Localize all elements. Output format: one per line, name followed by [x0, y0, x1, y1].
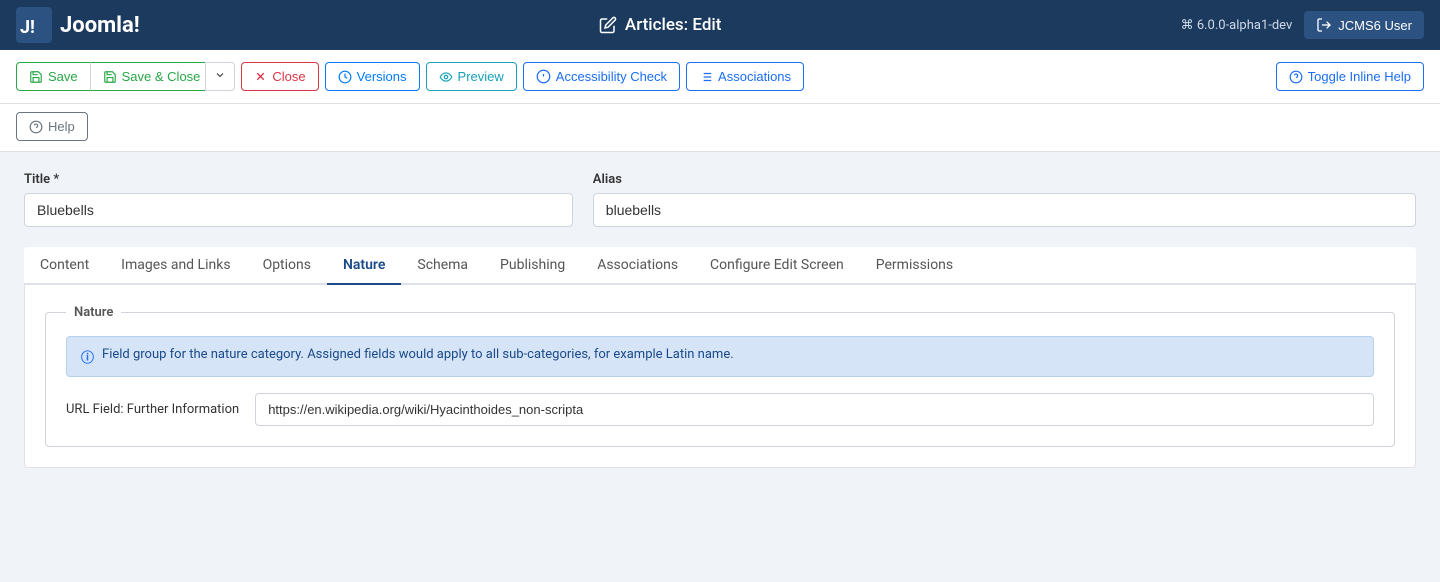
save-close-label: Save & Close — [122, 69, 201, 84]
help-icon — [29, 120, 43, 134]
nature-legend: Nature — [66, 305, 121, 320]
brand-name: Joomla! — [60, 13, 140, 38]
tab-configure-edit-screen[interactable]: Configure Edit Screen — [694, 247, 860, 285]
info-icon: ⓘ — [81, 347, 94, 366]
url-field-label: URL Field: Further Information — [66, 402, 239, 417]
title-group: Title * — [24, 172, 573, 227]
user-name: JCMS6 User — [1338, 18, 1412, 33]
tabs-wrapper: Content Images and Links Options Nature … — [24, 247, 1416, 285]
title-label: Title * — [24, 172, 573, 187]
tab-associations[interactable]: Associations — [581, 247, 694, 285]
alias-group: Alias — [593, 172, 1416, 227]
save-button[interactable]: Save — [16, 62, 90, 91]
nature-info-alert: ⓘ Field group for the nature category. A… — [66, 336, 1374, 377]
joomla-logo: J! — [16, 7, 52, 43]
tab-images-links[interactable]: Images and Links — [105, 247, 246, 285]
close-button[interactable]: Close — [241, 62, 318, 91]
preview-button[interactable]: Preview — [426, 62, 517, 91]
user-menu-button[interactable]: JCMS6 User — [1304, 11, 1424, 39]
tab-publishing[interactable]: Publishing — [484, 247, 581, 285]
tab-content[interactable]: Content — [24, 247, 105, 285]
save-close-button[interactable]: Save & Close — [90, 62, 213, 91]
associations-label: Associations — [718, 69, 791, 84]
navbar-right: ⌘ 6.0.0-alpha1-dev JCMS6 User — [1181, 11, 1424, 39]
edit-icon — [599, 16, 617, 34]
preview-label: Preview — [458, 69, 504, 84]
title-alias-row: Title * Alias — [24, 172, 1416, 227]
accessibility-label: Accessibility Check — [556, 69, 667, 84]
save-dropdown-button[interactable] — [205, 62, 235, 91]
versions-label: Versions — [357, 69, 407, 84]
page-title: Articles: Edit — [625, 15, 721, 35]
nature-fieldset: Nature ⓘ Field group for the nature cate… — [45, 305, 1395, 447]
tab-options[interactable]: Options — [247, 247, 327, 285]
brand: J! Joomla! — [16, 7, 140, 43]
tab-schema[interactable]: Schema — [401, 247, 484, 285]
svg-text:J!: J! — [20, 17, 35, 38]
navbar: J! Joomla! Articles: Edit ⌘ 6.0.0-alpha1… — [0, 0, 1440, 50]
chevron-down-icon — [214, 69, 226, 81]
toggle-help-button[interactable]: Toggle Inline Help — [1276, 62, 1424, 91]
associations-icon — [699, 70, 713, 84]
accessibility-button[interactable]: Accessibility Check — [523, 62, 680, 91]
alias-label: Alias — [593, 172, 1416, 187]
toggle-help-icon — [1289, 70, 1303, 84]
toolbar-row2: Help — [0, 104, 1440, 152]
help-button[interactable]: Help — [16, 112, 88, 141]
close-icon — [254, 70, 267, 83]
version-label: ⌘ 6.0.0-alpha1-dev — [1181, 18, 1293, 33]
help-label: Help — [48, 119, 75, 134]
tabs-list: Content Images and Links Options Nature … — [24, 247, 1416, 285]
url-field-row: URL Field: Further Information — [66, 393, 1374, 426]
tab-nature[interactable]: Nature — [327, 247, 401, 285]
tab-permissions[interactable]: Permissions — [860, 247, 969, 285]
save-close-icon — [103, 70, 117, 84]
accessibility-icon — [536, 69, 551, 84]
save-button-group: Save Save & Close — [16, 62, 235, 91]
save-icon — [29, 70, 43, 84]
preview-icon — [439, 70, 453, 84]
title-input[interactable] — [24, 193, 573, 227]
versions-icon — [338, 70, 352, 84]
toggle-help-label: Toggle Inline Help — [1308, 69, 1411, 84]
nature-info-text: Field group for the nature category. Ass… — [102, 347, 734, 362]
main-content: Title * Alias Content Images and Links O… — [0, 152, 1440, 488]
versions-button[interactable]: Versions — [325, 62, 420, 91]
save-label: Save — [48, 69, 78, 84]
associations-button[interactable]: Associations — [686, 62, 804, 91]
toolbar: Save Save & Close Close Versions — [0, 50, 1440, 104]
page-title-wrapper: Articles: Edit — [599, 15, 721, 35]
nature-panel: Nature ⓘ Field group for the nature cate… — [24, 285, 1416, 468]
close-label: Close — [272, 69, 305, 84]
url-field-input[interactable] — [255, 393, 1374, 426]
user-exit-icon — [1316, 17, 1332, 33]
alias-input[interactable] — [593, 193, 1416, 227]
